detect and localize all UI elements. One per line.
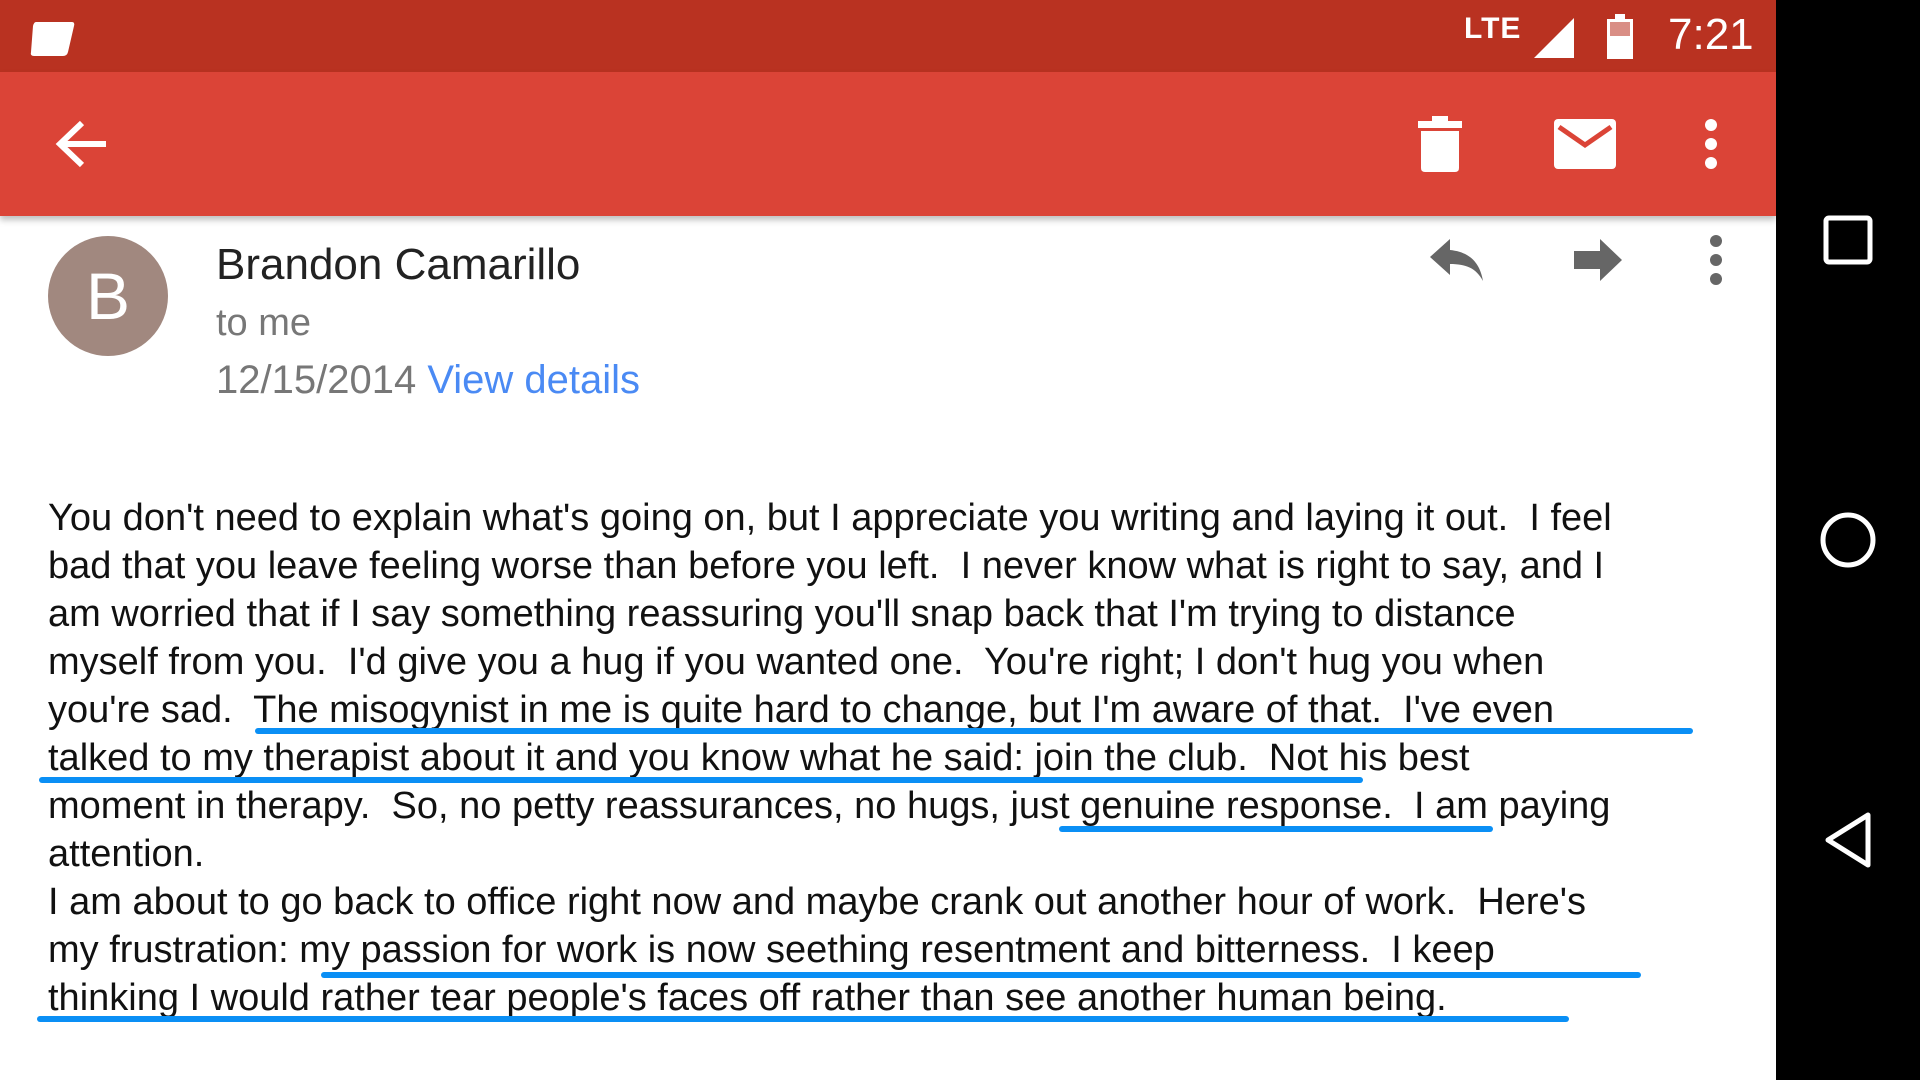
back-triangle-icon — [1825, 812, 1871, 868]
back-nav-button[interactable] — [1776, 780, 1920, 900]
home-button[interactable] — [1776, 480, 1920, 600]
recents-button[interactable] — [1776, 180, 1920, 300]
email-app: LTE 7:21 B Brandon Camarillo to me 12/15… — [0, 0, 1776, 1080]
recents-square-icon — [1823, 215, 1873, 265]
annotation-underlines — [37, 728, 1693, 1022]
navigation-bar — [1776, 0, 1920, 1080]
home-circle-icon — [1820, 512, 1876, 568]
